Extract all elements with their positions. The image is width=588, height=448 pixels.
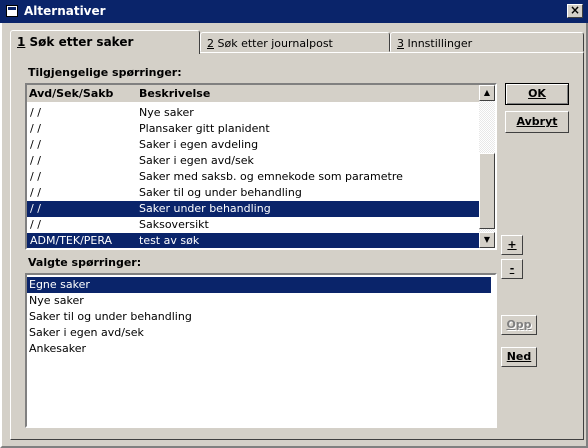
query-description: Saker under behandling xyxy=(139,202,271,215)
selected-query-row[interactable]: Nye saker xyxy=(27,293,491,309)
available-queries-label: Tilgjengelige spørringer: xyxy=(28,66,182,79)
vertical-scrollbar[interactable]: ▲ ▼ xyxy=(479,85,495,248)
query-description: Saksoversikt xyxy=(139,218,209,231)
query-row[interactable]: / / Saker med saksb. og emnekode som para… xyxy=(27,169,479,185)
query-description: test av søk xyxy=(139,234,200,247)
scroll-up-arrow-icon[interactable]: ▲ xyxy=(479,85,495,101)
query-description: Saker i egen avdeling xyxy=(139,138,259,151)
ok-button[interactable]: OK xyxy=(505,83,569,105)
window-title: Alternativer xyxy=(24,4,106,18)
query-row[interactable]: / / Plansaker gitt planident xyxy=(27,121,479,137)
query-description: Plansaker gitt planident xyxy=(139,122,270,135)
move-down-button[interactable]: Ned xyxy=(501,347,537,367)
column-header-description[interactable]: Beskrivelse xyxy=(139,87,210,100)
cancel-button[interactable]: Avbryt xyxy=(505,111,569,133)
query-code: / / xyxy=(30,122,41,135)
query-code: / / xyxy=(30,218,41,231)
query-code: / / xyxy=(30,170,41,183)
close-button[interactable]: × xyxy=(567,4,583,18)
selected-query-text: Saker til og under behandling xyxy=(29,310,192,323)
tab-sok-etter-saker[interactable]: 1 Søk etter saker xyxy=(10,30,200,54)
selected-query-text: Egne saker xyxy=(29,278,90,291)
selected-query-text: Ankesaker xyxy=(29,342,86,355)
available-queries-list[interactable]: Avd/Sek/Sakb Beskrivelse / / Nye saker / /… xyxy=(25,83,497,250)
query-description: Saker til og under behandling xyxy=(139,186,302,199)
column-header-code[interactable]: Avd/Sek/Sakb xyxy=(29,87,113,100)
query-row[interactable]: / / Saker i egen avd/sek xyxy=(27,153,479,169)
query-code: / / xyxy=(30,202,41,215)
selected-query-text: Saker i egen avd/sek xyxy=(29,326,144,339)
query-row[interactable]: ADM/TEK/PERA test av søk xyxy=(27,233,479,248)
add-query-button[interactable]: + xyxy=(501,235,523,255)
query-code: / / xyxy=(30,186,41,199)
query-row[interactable]: / / Saker i egen avdeling xyxy=(27,137,479,153)
query-description: Nye saker xyxy=(139,106,194,119)
tab-sok-etter-journalpost[interactable]: 2 Søk etter journalpost xyxy=(200,32,390,52)
title-bar: Alternativer × xyxy=(0,0,588,23)
query-row[interactable]: / / Saker til og under behandling xyxy=(27,185,479,201)
column-header: Avd/Sek/Sakb Beskrivelse xyxy=(27,85,479,102)
query-code: / / xyxy=(30,106,41,119)
remove-query-button[interactable]: - xyxy=(501,259,523,279)
query-description: Saker i egen avd/sek xyxy=(139,154,254,167)
scroll-thumb[interactable] xyxy=(479,153,495,229)
selected-query-row[interactable]: Egne saker xyxy=(27,277,491,293)
tab-innstillinger[interactable]: 3 Innstillinger xyxy=(390,32,584,52)
query-row[interactable]: / / Nye saker xyxy=(27,105,479,121)
selected-query-row[interactable]: Ankesaker xyxy=(27,341,491,357)
selected-queries-list[interactable]: Egne saker Nye saker Saker til og under be… xyxy=(25,273,497,428)
query-row[interactable]: / / Saker under behandling xyxy=(27,201,479,217)
query-code: ADM/TEK/PERA xyxy=(30,234,113,247)
query-code: / / xyxy=(30,154,41,167)
move-up-button[interactable]: Opp xyxy=(501,315,537,335)
selected-query-row[interactable]: Saker til og under behandling xyxy=(27,309,491,325)
scroll-down-arrow-icon[interactable]: ▼ xyxy=(479,232,495,248)
selected-query-row[interactable]: Saker i egen avd/sek xyxy=(27,325,491,341)
query-description: Saker med saksb. og emnekode som paramet… xyxy=(139,170,403,183)
app-icon xyxy=(6,5,18,17)
query-row[interactable]: / / Saksoversikt xyxy=(27,217,479,233)
selected-queries-label: Valgte spørringer: xyxy=(28,256,142,269)
query-code: / / xyxy=(30,138,41,151)
selected-query-text: Nye saker xyxy=(29,294,84,307)
